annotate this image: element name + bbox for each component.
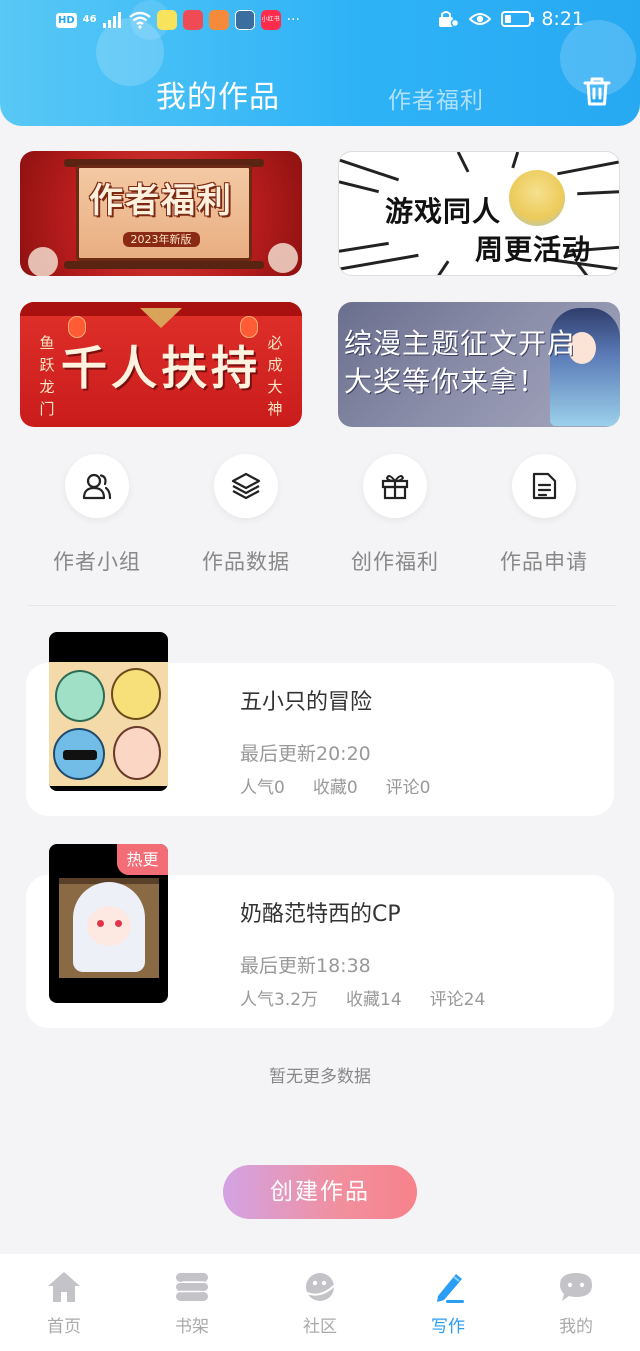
- create-work-button[interactable]: 创建作品: [223, 1165, 417, 1219]
- work-updated-time: 最后更新18:38: [240, 955, 371, 977]
- popularity-count: 人气0: [240, 778, 285, 798]
- cover-character: [113, 726, 161, 780]
- work-title: 五小只的冒险: [240, 690, 373, 715]
- tab-author-welfare[interactable]: 作者福利: [388, 81, 484, 115]
- decor-flower: [268, 243, 298, 273]
- nav-label: 社区: [303, 1317, 337, 1337]
- banner-title: 综漫主题征文开启: [344, 327, 577, 360]
- banner-subtitle: 周更活动: [475, 233, 592, 266]
- cover-artwork: [49, 662, 168, 786]
- popularity-count: 人气3.2万: [240, 990, 319, 1010]
- banner-subtitle: 2023年新版: [20, 231, 302, 247]
- nav-community[interactable]: 社区: [256, 1254, 384, 1351]
- nav-profile[interactable]: 我的: [512, 1254, 640, 1351]
- action-work-data[interactable]: 作品数据: [171, 454, 321, 574]
- more-notifications: ···: [286, 12, 300, 28]
- action-work-application[interactable]: 作品申请: [469, 454, 619, 574]
- work-updated-time: 最后更新20:20: [240, 743, 371, 765]
- work-cover[interactable]: [49, 632, 168, 791]
- action-icon-circle: [363, 454, 427, 518]
- nav-label: 首页: [47, 1317, 81, 1337]
- battery-icon: [501, 11, 535, 27]
- header: HD 46 小红书 ··· 8:21 我的作品 作者福利: [0, 0, 640, 126]
- banner-support-program[interactable]: 鱼跃龙门 必成大神 千人扶持: [20, 302, 302, 427]
- comments-count: 评论0: [385, 778, 431, 798]
- banner-title: 游戏同人: [385, 195, 502, 228]
- xiaohongshu-icon: 小红书: [260, 10, 281, 30]
- home-icon: [48, 1272, 80, 1302]
- decor-pendant: [140, 308, 182, 328]
- action-icon-circle: [65, 454, 129, 518]
- banner-subtitle: 大奖等你来拿！: [344, 365, 548, 398]
- character-eye: [115, 920, 122, 927]
- gift-icon: [381, 475, 409, 500]
- bookshelf-icon: [176, 1273, 208, 1301]
- character-face: [87, 906, 131, 946]
- cover-character: [55, 670, 105, 722]
- action-creation-welfare[interactable]: 创作福利: [320, 454, 470, 574]
- anime-character: [509, 170, 565, 226]
- nav-label: 我的: [559, 1317, 593, 1337]
- trash-icon[interactable]: [580, 74, 614, 108]
- clock: 8:21: [541, 8, 584, 30]
- action-label: 作品申请: [500, 550, 588, 574]
- cover-character: [111, 668, 161, 720]
- action-label: 创作福利: [351, 550, 439, 574]
- planet-icon: [304, 1273, 337, 1301]
- layers-icon: [231, 472, 261, 500]
- chat-bubble-icon: [560, 1273, 592, 1301]
- action-author-group[interactable]: 作者小组: [22, 454, 172, 574]
- work-stats: 人气0 收藏0 评论0: [240, 773, 458, 798]
- vpn-key-icon: [439, 11, 460, 28]
- wifi-icon: [128, 11, 151, 29]
- signal-icon: [102, 12, 121, 28]
- nav-home[interactable]: 首页: [0, 1254, 128, 1351]
- play-app-icon: [208, 10, 229, 30]
- banner-anime-contest[interactable]: 综漫主题征文开启 大奖等你来拿！: [338, 302, 620, 427]
- work-title: 奶酪范特西的CP: [240, 902, 401, 927]
- sunglasses-icon: [63, 750, 97, 760]
- nav-bookshelf[interactable]: 书架: [128, 1254, 256, 1351]
- app-notification-icon: [182, 10, 203, 30]
- banner-title: 作者福利: [89, 181, 233, 221]
- tab-my-works[interactable]: 我的作品: [156, 72, 280, 116]
- network-type: 46: [82, 14, 97, 25]
- work-stats: 人气3.2万 收藏14 评论24: [240, 985, 513, 1010]
- pen-icon: [437, 1274, 464, 1303]
- nav-write[interactable]: 写作: [384, 1254, 512, 1351]
- nav-label: 写作: [431, 1317, 465, 1337]
- favorites-count: 收藏0: [312, 778, 358, 798]
- bottom-navigation: 首页 书架 社区 写作 我的: [0, 1254, 640, 1351]
- banner-game-fanfic[interactable]: 游戏同人 周更活动: [338, 151, 620, 276]
- scroll-rod: [64, 261, 264, 269]
- favorites-count: 收藏14: [346, 990, 402, 1010]
- character-eye: [97, 920, 104, 927]
- comments-count: 评论24: [429, 990, 486, 1010]
- action-icon-circle: [214, 454, 278, 518]
- no-more-data-text: 暂无更多数据: [269, 1067, 371, 1087]
- banner-title: 千人扶持: [61, 341, 261, 395]
- nav-label: 书架: [175, 1317, 209, 1337]
- app-notification-icon: [156, 10, 177, 30]
- hot-update-badge: 热更: [117, 844, 168, 875]
- status-bar: HD 46 小红书 ··· 8:21: [0, 0, 640, 44]
- action-label: 作者小组: [53, 550, 141, 574]
- section-divider: [28, 605, 616, 606]
- users-icon: [82, 473, 112, 500]
- document-icon: [532, 472, 557, 500]
- eye-comfort-icon: [469, 13, 492, 25]
- banner-author-welfare[interactable]: 作者福利 2023年新版: [20, 151, 302, 276]
- hd-indicator: HD: [56, 12, 77, 28]
- decor-flower: [28, 247, 58, 276]
- action-icon-circle: [512, 454, 576, 518]
- app-notification-icon: [234, 10, 255, 30]
- action-label: 作品数据: [202, 550, 290, 574]
